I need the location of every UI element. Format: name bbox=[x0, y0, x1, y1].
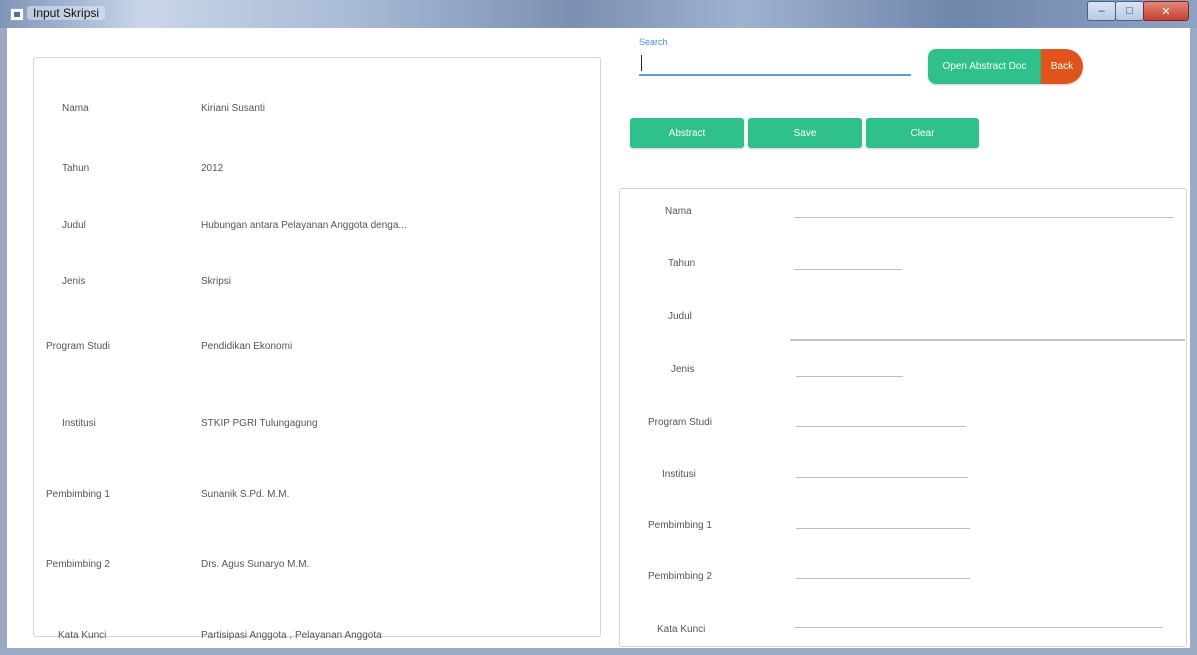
close-button[interactable]: ✕ bbox=[1143, 1, 1189, 21]
window-title: Input Skripsi bbox=[27, 6, 106, 20]
search-label: Search bbox=[639, 37, 668, 47]
detail-label-pembimbing-2: Pembimbing 2 bbox=[46, 559, 110, 570]
detail-value-judul: Hubungan antara Pelayanan Anggota denga.… bbox=[201, 220, 407, 231]
clear-button[interactable]: Clear bbox=[866, 118, 979, 148]
window-frame-bottom bbox=[0, 648, 1197, 655]
search-input[interactable] bbox=[639, 50, 911, 76]
detail-label-pembimbing-1: Pembimbing 1 bbox=[46, 489, 110, 500]
detail-label-judul: Judul bbox=[62, 220, 86, 231]
window-frame-right bbox=[1190, 28, 1197, 655]
detail-value-institusi: STKIP PGRI Tulungagung bbox=[201, 418, 318, 429]
form-label-pembimbing-2: Pembimbing 2 bbox=[648, 571, 712, 582]
detail-value-pembimbing-2: Drs. Agus Sunaryo M.M. bbox=[201, 559, 310, 570]
detail-value-program-studi: Pendidikan Ekonomi bbox=[201, 341, 293, 352]
nama-field[interactable] bbox=[794, 217, 1174, 218]
detail-label-tahun: Tahun bbox=[62, 163, 90, 174]
form-label-institusi: Institusi bbox=[662, 469, 696, 480]
detail-label-jenis: Jenis bbox=[62, 276, 86, 287]
form-label-program-studi: Program Studi bbox=[648, 417, 712, 428]
app-icon bbox=[10, 8, 24, 21]
save-button[interactable]: Save bbox=[748, 118, 862, 148]
form-panel: Nama Tahun Judul Jenis Program Studi Ins… bbox=[619, 188, 1187, 647]
form-label-tahun: Tahun bbox=[668, 258, 696, 269]
pembimbing-2-field[interactable] bbox=[796, 578, 970, 579]
open-abstract-doc-button[interactable]: Open Abstract Doc bbox=[928, 49, 1041, 84]
window-frame-left bbox=[0, 28, 7, 655]
text-cursor bbox=[641, 55, 642, 71]
institusi-field[interactable] bbox=[796, 477, 968, 478]
minimize-button[interactable]: – bbox=[1087, 1, 1116, 21]
form-label-pembimbing-1: Pembimbing 1 bbox=[648, 520, 712, 531]
program-studi-field[interactable] bbox=[796, 426, 966, 427]
tahun-field[interactable] bbox=[794, 269, 902, 270]
detail-label-program-studi: Program Studi bbox=[46, 341, 110, 352]
form-label-judul: Judul bbox=[668, 311, 692, 322]
maximize-button[interactable]: □ bbox=[1115, 1, 1144, 21]
jenis-field[interactable] bbox=[796, 376, 903, 377]
detail-value-tahun: 2012 bbox=[201, 163, 224, 174]
detail-label-kata-kunci: Kata Kunci bbox=[58, 630, 107, 641]
form-label-jenis: Jenis bbox=[671, 364, 695, 375]
back-button[interactable]: Back bbox=[1041, 49, 1083, 84]
detail-value-pembimbing-1: Sunanik S.Pd. M.M. bbox=[201, 489, 290, 500]
form-label-nama: Nama bbox=[665, 206, 692, 217]
detail-value-jenis: Skripsi bbox=[201, 276, 232, 287]
detail-value-kata-kunci: Partisipasi Anggota , Pelayanan Anggota bbox=[201, 630, 382, 641]
detail-value-nama: Kiriani Susanti bbox=[201, 103, 265, 114]
judul-field[interactable] bbox=[790, 339, 1185, 341]
window-content: Nama Kiriani Susanti Tahun 2012 Judul Hu… bbox=[7, 28, 1190, 648]
detail-label-institusi: Institusi bbox=[62, 418, 96, 429]
kata-kunci-field[interactable] bbox=[794, 627, 1162, 628]
window-titlebar: Input Skripsi – □ ✕ bbox=[0, 0, 1197, 28]
pembimbing-1-field[interactable] bbox=[796, 528, 970, 529]
detail-panel: Nama Kiriani Susanti Tahun 2012 Judul Hu… bbox=[33, 57, 601, 641]
detail-label-nama: Nama bbox=[62, 103, 89, 114]
form-label-kata-kunci: Kata Kunci bbox=[657, 624, 706, 635]
window-controls: – □ ✕ bbox=[1087, 1, 1189, 21]
abstract-button[interactable]: Abstract bbox=[630, 118, 744, 148]
